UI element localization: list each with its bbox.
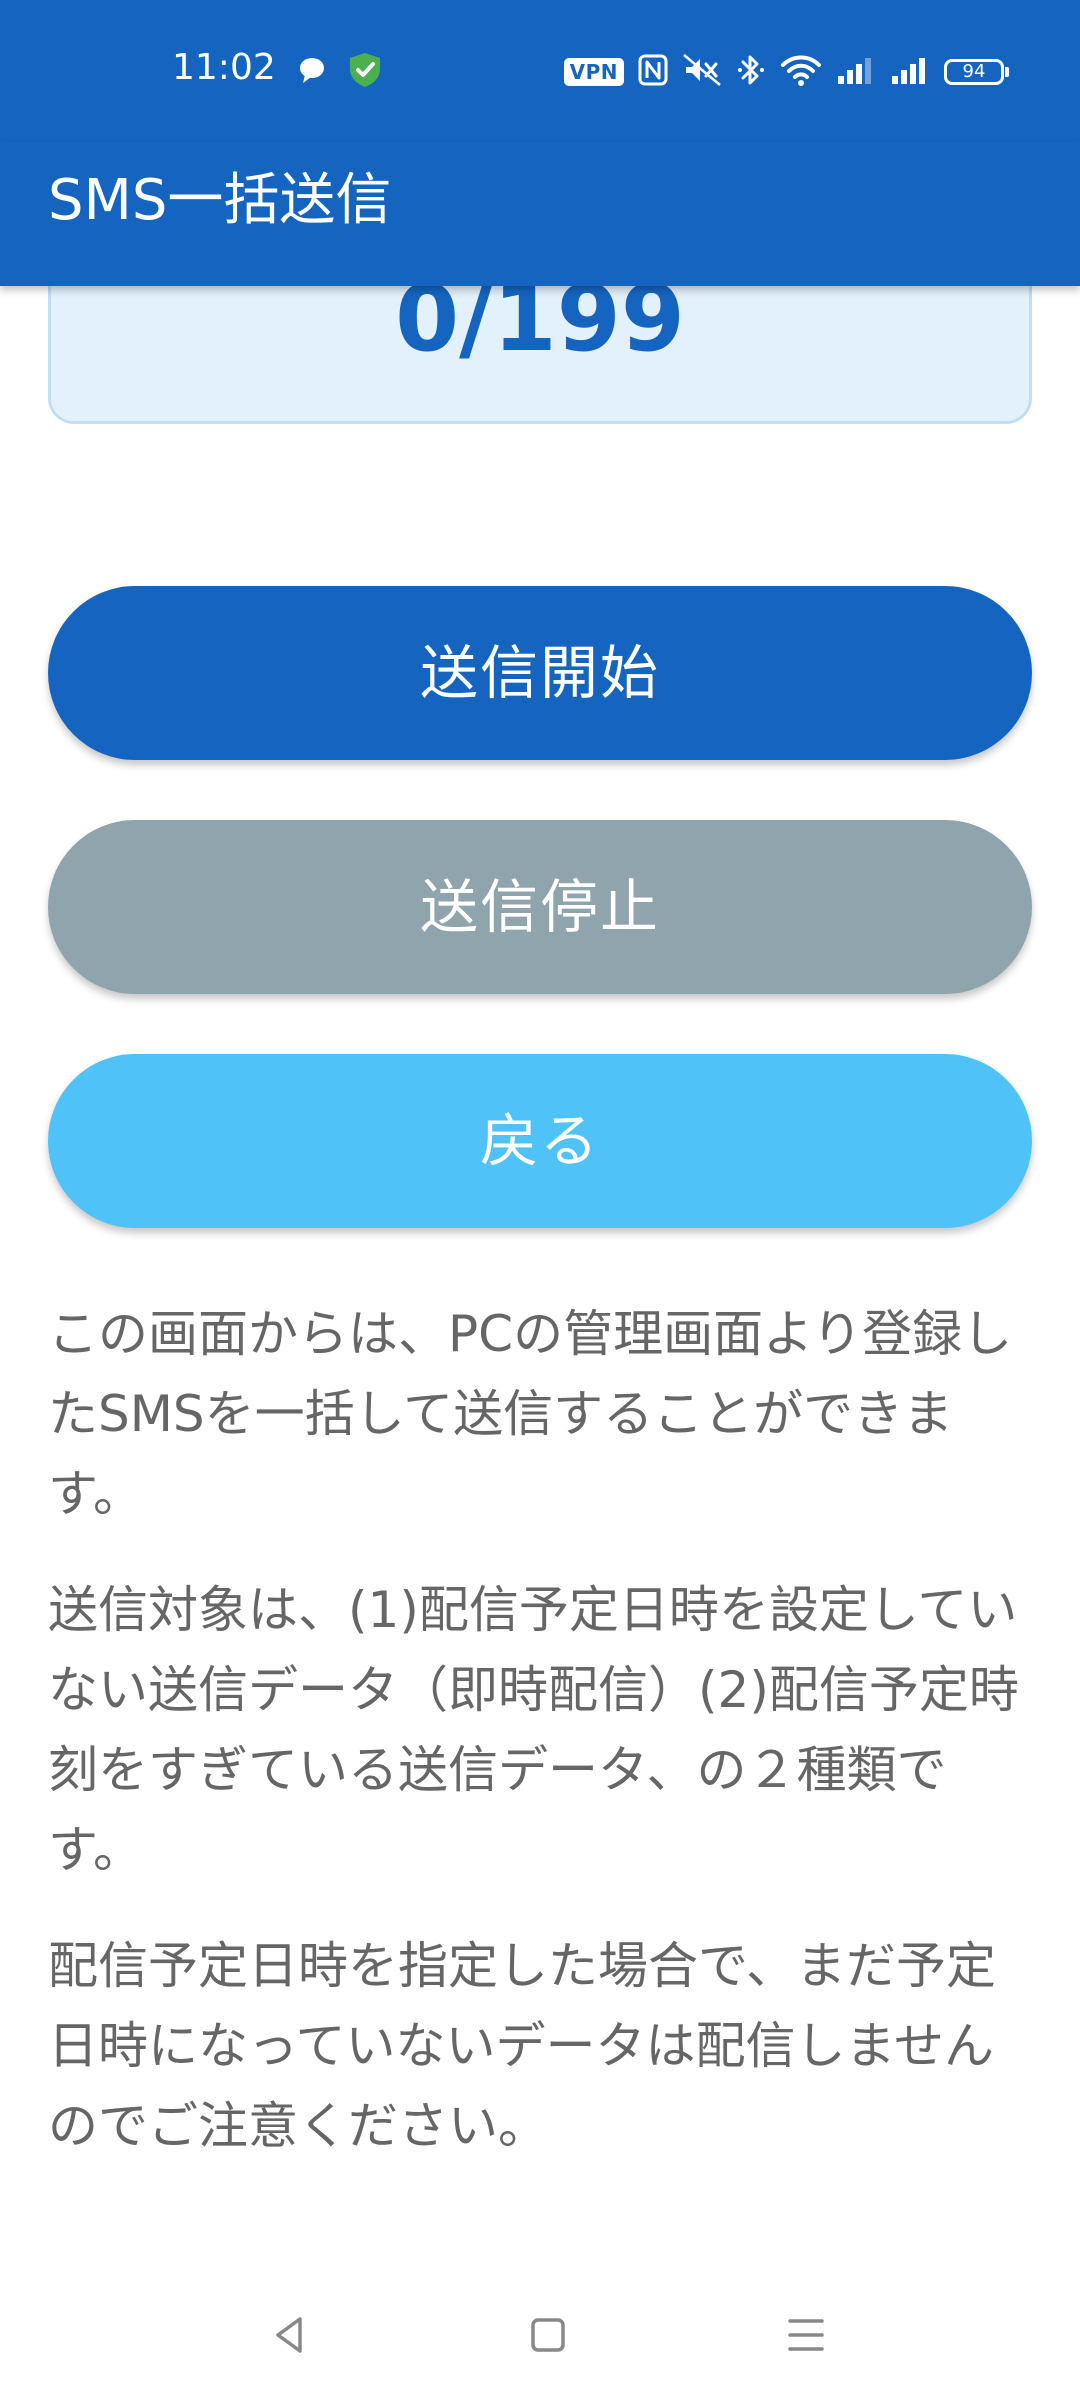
mute-icon — [682, 53, 722, 91]
app-bar: SMS一括送信 — [0, 142, 1080, 286]
description-paragraph-2: 送信対象は、(1)配信予定日時を設定していない送信データ（即時配信）(2)配信予… — [48, 1581, 1019, 1879]
description-paragraph-3: 配信予定日時を指定した場合で、まだ予定日時になっていないデータは配信しませんので… — [48, 1937, 996, 2155]
status-time: 11:02 — [172, 47, 276, 88]
navigation-bar — [0, 2270, 1080, 2400]
wifi-icon — [780, 53, 822, 91]
bluetooth-icon — [736, 52, 766, 92]
home-square-icon[interactable] — [508, 2300, 588, 2370]
screen: 11:02 VPN 94 SMS一括送信 0/199 送信開始 送信停止 戻る … — [0, 0, 1080, 2400]
chat-bubble-icon — [296, 54, 328, 90]
vpn-icon: VPN — [563, 58, 624, 86]
start-sending-button[interactable]: 送信開始 — [48, 586, 1032, 760]
status-left-icons — [296, 52, 382, 92]
menu-lines-icon[interactable] — [766, 2300, 846, 2370]
back-button[interactable]: 戻る — [48, 1054, 1032, 1228]
shield-check-icon — [348, 52, 382, 92]
status-bar: 11:02 VPN 94 — [0, 0, 1080, 142]
battery-icon: 94 — [944, 59, 1009, 85]
nfc-icon — [638, 54, 668, 90]
signal-1-icon — [836, 54, 876, 90]
signal-2-icon — [890, 54, 930, 90]
stop-sending-button[interactable]: 送信停止 — [48, 820, 1032, 994]
back-triangle-icon[interactable] — [250, 2300, 330, 2370]
page-title: SMS一括送信 — [48, 168, 392, 233]
status-right-icons: VPN 94 — [563, 52, 1009, 92]
description-paragraph-1: この画面からは、PCの管理画面より登録したSMSを一括して送信することができます… — [48, 1305, 1013, 1523]
